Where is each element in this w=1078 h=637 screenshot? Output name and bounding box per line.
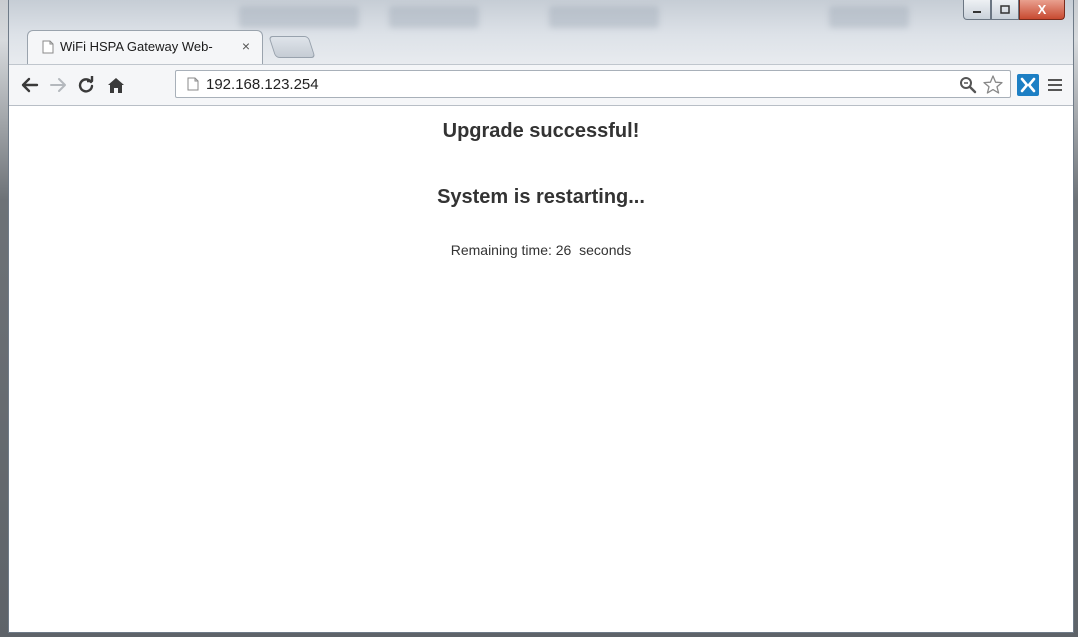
browser-window: WiFi HSPA Gateway Web- × X 192.168.123.2… <box>8 0 1074 633</box>
home-button[interactable] <box>105 74 127 96</box>
remaining-time-line: Remaining time: 26 seconds <box>9 242 1073 258</box>
extension-icon[interactable] <box>1017 74 1039 96</box>
tab-title: WiFi HSPA Gateway Web- <box>60 39 213 54</box>
new-tab-button[interactable] <box>268 36 316 58</box>
magnifier-icon[interactable] <box>958 75 978 95</box>
close-icon: X <box>1037 2 1047 17</box>
star-icon[interactable] <box>982 74 1004 96</box>
forward-button[interactable] <box>47 74 69 96</box>
remaining-time-unit: seconds <box>571 242 632 258</box>
minimize-icon <box>973 10 981 13</box>
tab-close-icon[interactable]: × <box>242 38 250 54</box>
page-icon <box>42 40 54 53</box>
hamburger-menu-icon[interactable] <box>1045 74 1065 96</box>
page-viewport: Upgrade successful! System is restarting… <box>9 106 1073 632</box>
reload-button[interactable] <box>75 74 97 96</box>
blurred-background-shape <box>829 6 909 28</box>
minimize-button[interactable] <box>963 0 991 20</box>
home-icon <box>108 77 124 93</box>
address-bar[interactable]: 192.168.123.254 <box>175 70 1011 98</box>
remaining-time-label: Remaining time: <box>450 242 556 258</box>
url-text[interactable]: 192.168.123.254 <box>206 76 319 93</box>
maximize-icon <box>1000 5 1010 14</box>
tab-content: WiFi HSPA Gateway Web- <box>42 39 220 54</box>
browser-toolbar: 192.168.123.254 <box>9 64 1073 106</box>
menu-line <box>1048 84 1062 86</box>
forward-arrow-icon <box>50 78 66 92</box>
blurred-background-shape <box>239 6 359 28</box>
page-icon <box>187 77 199 91</box>
menu-line <box>1048 79 1062 81</box>
window-controls: X <box>963 0 1065 20</box>
address-bar-actions <box>958 74 1004 96</box>
maximize-button[interactable] <box>991 0 1019 20</box>
back-button[interactable] <box>19 74 41 96</box>
blurred-background-shape <box>549 6 659 28</box>
blurred-background-shape <box>389 6 479 28</box>
reload-icon <box>78 76 94 93</box>
title-bar: WiFi HSPA Gateway Web- × X <box>9 0 1073 64</box>
menu-line <box>1048 89 1062 91</box>
upgrade-success-heading: Upgrade successful! <box>442 120 640 142</box>
extension-glyph-icon <box>1020 77 1036 93</box>
restarting-heading: System is restarting... <box>437 186 645 208</box>
remaining-time-value: 26 <box>555 242 572 258</box>
tab-active[interactable]: WiFi HSPA Gateway Web- × <box>27 30 263 64</box>
back-arrow-icon <box>21 77 39 93</box>
close-window-button[interactable]: X <box>1019 0 1065 20</box>
